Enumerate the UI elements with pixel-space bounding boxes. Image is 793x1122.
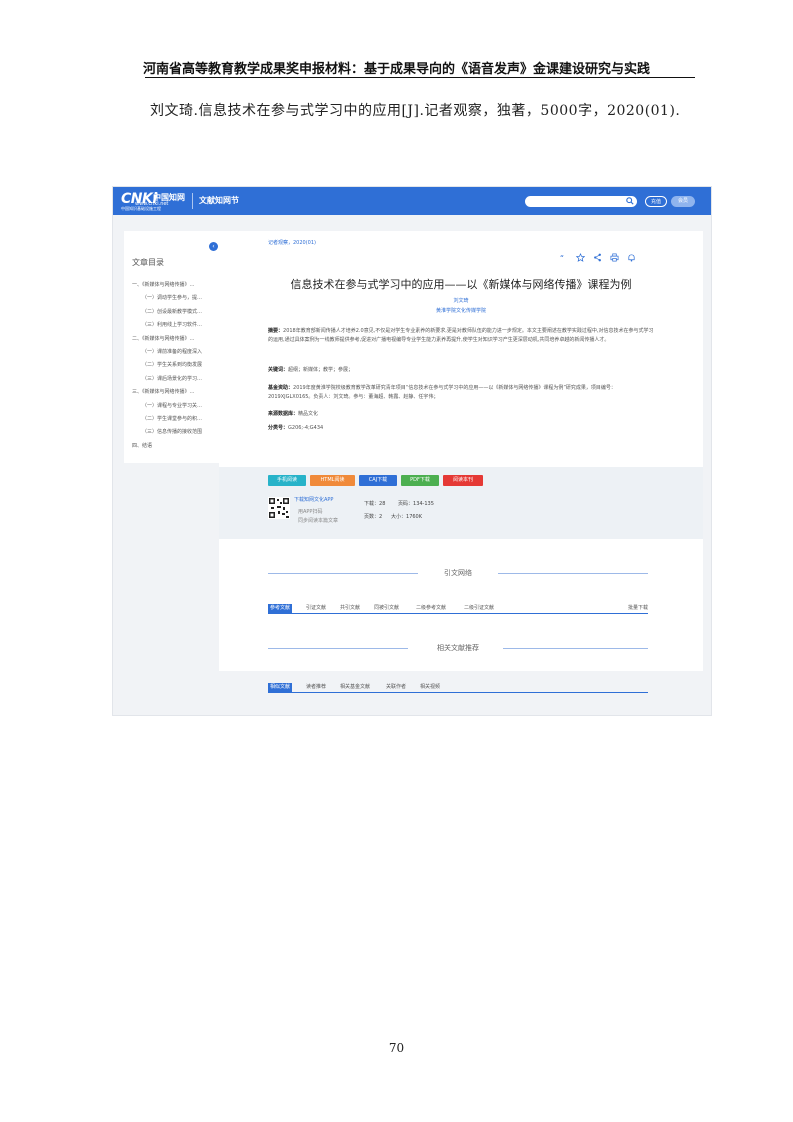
tab-related-fund[interactable]: 相关基金文献 bbox=[340, 683, 370, 692]
cnki-screenshot: CNKi 中国知网 www.cnki.net 中国知识基础设施工程 文献知网节 … bbox=[112, 186, 712, 716]
pdf-download-button[interactable]: PDF下载 bbox=[401, 475, 439, 486]
page-count: 页数：2 bbox=[364, 513, 382, 520]
collapse-toc-icon[interactable]: ‹ bbox=[209, 242, 218, 251]
source-label: 来源数据库： bbox=[268, 411, 299, 417]
file-size-value: 1760K bbox=[406, 514, 423, 520]
class-label: 分类号： bbox=[268, 425, 289, 431]
mobile-read-button[interactable]: 手机阅读 bbox=[268, 475, 306, 486]
toc-item[interactable]: （二）创设最新教学模式… bbox=[132, 308, 220, 321]
toc-item[interactable]: （三）利用线上学习软件… bbox=[132, 321, 220, 334]
toc-item[interactable]: 二、《新媒体与网络传播》… bbox=[132, 335, 220, 348]
share-icon[interactable] bbox=[593, 253, 602, 262]
section-name: 文献知网节 bbox=[199, 196, 239, 205]
download-count-value: 28 bbox=[379, 501, 386, 507]
search-icon[interactable] bbox=[626, 197, 634, 205]
affiliation-link[interactable]: 黄淮学院文化传媒学院 bbox=[219, 307, 703, 314]
related-title: 相关文献推荐 bbox=[437, 644, 479, 652]
citation-line: 刘文琦.信息技术在参与式学习中的应用[J].记者观察，独著，5000字，2020… bbox=[150, 103, 681, 119]
fund-text: 2019年度黄淮学院校级教育教学改革研究青年项目“信息技术在参与式学习中的应用—… bbox=[268, 385, 616, 400]
article-panel: 记者观察，2020(01) “ 信息技术在参与式学习中的应用——以《新媒体与网络… bbox=[219, 231, 703, 671]
source-text: 精品文化 bbox=[298, 411, 319, 417]
caj-download-button[interactable]: CAJ下载 bbox=[359, 475, 397, 486]
toc-panel: 文章目录 一、《新媒体与网络传播》… （一）调动学生参与，提… （二）创设最新教学模… bbox=[124, 231, 219, 463]
toc-item[interactable]: 三、《新媒体与网络传播》… bbox=[132, 388, 220, 401]
star-icon[interactable] bbox=[576, 253, 585, 262]
class-text: G206;-4;G434 bbox=[288, 425, 324, 431]
app-tip-sync: 同步阅读本篇文章 bbox=[298, 518, 339, 524]
citation-network-tabs: 参考文献 引证文献 共引文献 同被引文献 二级参考文献 二级引证文献 批量下载 bbox=[268, 604, 648, 614]
abstract-label: 摘要： bbox=[268, 328, 284, 334]
logo-subtitle: 中国知识基础设施工程 bbox=[121, 206, 161, 211]
header-rule bbox=[145, 77, 695, 78]
tab-similar[interactable]: 相似文献 bbox=[268, 683, 293, 692]
document-header: 河南省高等教育教学成果奖申报材料：基于成果导向的《语音发声》金课建设研究与实践 bbox=[142, 62, 650, 77]
tab-co-cited[interactable]: 共引文献 bbox=[340, 604, 360, 613]
tab-citing[interactable]: 引证文献 bbox=[306, 604, 326, 613]
breadcrumb[interactable]: 记者观察，2020(01) bbox=[268, 239, 316, 246]
fund-label: 基金资助： bbox=[268, 385, 294, 391]
class-no: 分类号：G206;-4;G434 bbox=[268, 424, 658, 433]
toc-item[interactable]: （三）信息传播的接收范围 bbox=[132, 428, 220, 441]
topbar-divider bbox=[192, 193, 193, 209]
toc-item[interactable]: （一）课程与专业学习关… bbox=[132, 402, 220, 415]
print-icon[interactable] bbox=[610, 253, 619, 262]
keywords-label: 关键词： bbox=[268, 367, 289, 373]
bell-icon[interactable] bbox=[627, 253, 636, 262]
tab-secondary-references[interactable]: 二级参考文献 bbox=[416, 604, 446, 613]
app-download-link[interactable]: 下载知网文化APP bbox=[294, 496, 333, 503]
abstract-text: 2018年教育部新闻传播人才培养2.0意见,不仅是对学生专业素养的新要求,更是对… bbox=[268, 328, 654, 343]
source-db: 来源数据库：精品文化 bbox=[268, 410, 658, 419]
page-range-value: 134-135 bbox=[413, 501, 434, 507]
member-button[interactable]: 会员 bbox=[671, 196, 695, 207]
toc-item[interactable]: （二）学生关系到均衡发展 bbox=[132, 361, 220, 374]
article-actions: “ bbox=[559, 253, 639, 263]
toc-item[interactable]: （一）调动学生参与，提… bbox=[132, 294, 220, 307]
toc-item[interactable]: （三）课后场景化的学习… bbox=[132, 375, 220, 388]
toc-item[interactable]: （二）学生课堂参与的积… bbox=[132, 415, 220, 428]
tab-related-videos[interactable]: 相关视频 bbox=[420, 683, 440, 692]
search-input[interactable] bbox=[525, 196, 637, 207]
page-number: 70 bbox=[388, 1041, 405, 1055]
cnki-topbar: CNKi 中国知网 www.cnki.net 中国知识基础设施工程 文献知网节 … bbox=[113, 187, 711, 215]
app-tip-scan: 用APP扫码 bbox=[298, 509, 323, 515]
related-header: 相关文献推荐 bbox=[268, 643, 648, 653]
author-link[interactable]: 刘文琦 bbox=[219, 297, 703, 304]
related-tabs: 相似文献 读者推荐 相关基金文献 关联作者 相关视频 bbox=[268, 683, 648, 693]
toc-list: 一、《新媒体与网络传播》… （一）调动学生参与，提… （二）创设最新教学模式… （三）… bbox=[132, 281, 220, 455]
svg-text:“: “ bbox=[560, 253, 564, 262]
download-count-label: 下载： bbox=[364, 501, 380, 507]
abstract: 摘要：2018年教育部新闻传播人才培养2.0意见,不仅是对学生专业素养的新要求,… bbox=[268, 327, 658, 345]
article-title: 信息技术在参与式学习中的应用——以《新媒体与网络传播》课程为例 bbox=[290, 278, 632, 291]
citation-network-header: 引文网络 bbox=[268, 568, 648, 578]
page-count-value: 2 bbox=[379, 514, 383, 520]
cnki-logo[interactable]: CNKi 中国知网 www.cnki.net 中国知识基础设施工程 bbox=[121, 190, 197, 212]
file-size-label: 大小： bbox=[391, 514, 407, 520]
toc-title: 文章目录 bbox=[132, 258, 164, 267]
html-read-button[interactable]: HTML阅读 bbox=[310, 475, 355, 486]
citation-network-title: 引文网络 bbox=[444, 569, 472, 577]
batch-download-link[interactable]: 批量下载 bbox=[628, 604, 648, 613]
download-count: 下载：28 bbox=[364, 500, 385, 507]
keywords-text[interactable]: 超纲；新媒体；教学；参展； bbox=[288, 367, 353, 373]
toc-item[interactable]: （一）课前准备的程度深入 bbox=[132, 348, 220, 361]
quote-icon[interactable]: “ bbox=[559, 253, 568, 262]
recharge-button[interactable]: 充值 bbox=[645, 196, 667, 207]
page-range: 页码：134-135 bbox=[398, 500, 434, 507]
read-journal-button[interactable]: 阅读本刊 bbox=[443, 475, 483, 486]
tab-reader-recommended[interactable]: 读者推荐 bbox=[306, 683, 326, 692]
tab-related-authors[interactable]: 关联作者 bbox=[386, 683, 406, 692]
tab-secondary-citing[interactable]: 二级引证文献 bbox=[464, 604, 494, 613]
file-size: 大小：1760K bbox=[391, 513, 422, 520]
page-range-label: 页码： bbox=[398, 501, 414, 507]
toc-item[interactable]: 一、《新媒体与网络传播》… bbox=[132, 281, 220, 294]
qr-code-icon bbox=[268, 497, 290, 519]
tab-references[interactable]: 参考文献 bbox=[268, 604, 293, 613]
tab-co-citing[interactable]: 同被引文献 bbox=[374, 604, 399, 613]
keywords: 关键词：超纲；新媒体；教学；参展； bbox=[268, 366, 658, 375]
toc-item[interactable]: 四、结语 bbox=[132, 442, 220, 455]
fund: 基金资助：2019年度黄淮学院校级教育教学改革研究青年项目“信息技术在参与式学习… bbox=[268, 384, 658, 402]
page-count-label: 页数： bbox=[364, 514, 380, 520]
download-area: 手机阅读 HTML阅读 CAJ下载 PDF下载 阅读本刊 下载知网文化APP 用… bbox=[219, 467, 703, 539]
